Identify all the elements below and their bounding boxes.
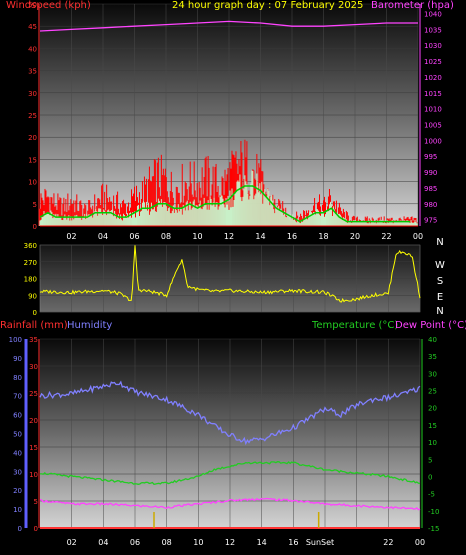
temperature-axis-title: Temperature (°C): [312, 320, 399, 331]
humidity-tick-3: 30: [13, 468, 22, 476]
temperature-tick-5: 10: [428, 439, 437, 447]
temp-x-tick-00: 00: [415, 538, 425, 547]
barometer-tick-4: 995: [424, 153, 437, 161]
barometer-tick-12: 1035: [424, 26, 442, 34]
wind-x-tick-4: 10: [192, 232, 202, 241]
temp-x-tick-sunset: SunSet: [306, 538, 334, 547]
barometer-tick-8: 1015: [424, 90, 442, 98]
direction-tick-0: 0: [33, 309, 37, 317]
temperature-tick-11: 40: [428, 336, 437, 344]
rainfall-tick-5: 25: [29, 390, 38, 398]
temperature-tick-4: 5: [428, 456, 432, 464]
direction-tick-3: 270: [24, 259, 37, 267]
humidity-tick-2: 20: [13, 487, 22, 495]
temp-x-tick-7: 16: [288, 538, 298, 547]
windspeed-tick-1: 5: [33, 201, 37, 209]
barometer-axis-title: Barometer (hpa): [371, 0, 454, 11]
wind-x-tick-3: 08: [161, 232, 171, 241]
windspeed-tick-4: 20: [28, 134, 37, 142]
compass-label-1: W: [435, 260, 445, 271]
windspeed-tick-8: 40: [28, 45, 37, 53]
dewpoint-axis-title: Dew Point (°C): [395, 320, 466, 331]
rainfall-tick-2: 10: [29, 471, 38, 479]
barometer-tick-7: 1010: [424, 106, 442, 114]
humidity-tick-7: 70: [13, 393, 22, 401]
temp-x-tick-22: 22: [383, 538, 393, 547]
temperature-tick-0: -15: [428, 525, 439, 533]
temperature-tick-7: 20: [428, 405, 437, 413]
wind-x-tick-5: 12: [224, 232, 234, 241]
direction-tick-2: 180: [24, 276, 37, 284]
temperature-tick-10: 35: [428, 353, 437, 361]
temperature-tick-1: -10: [428, 508, 439, 516]
temperature-tick-3: 0: [428, 473, 432, 481]
temperature-tick-6: 15: [428, 422, 437, 430]
windspeed-tick-0: 0: [33, 223, 37, 231]
rainfall-tick-4: 20: [29, 417, 38, 425]
barometer-tick-6: 1005: [424, 122, 442, 130]
compass-label-4: N: [436, 306, 443, 317]
windspeed-tick-5: 25: [28, 112, 37, 120]
compass-label-3: E: [437, 292, 443, 303]
wind-x-tick-11: 00: [413, 232, 423, 241]
humidity-tick-6: 60: [13, 412, 22, 420]
rainfall-axis-title: Rainfall (mm): [0, 320, 68, 331]
barometer-tick-0: 975: [424, 217, 437, 225]
temp-x-tick-5: 12: [225, 538, 235, 547]
barometer-tick-9: 1020: [424, 74, 442, 82]
windspeed-tick-2: 10: [28, 179, 37, 187]
barometer-tick-3: 990: [424, 169, 437, 177]
wind-x-tick-1: 04: [98, 232, 108, 241]
direction-tick-1: 90: [28, 292, 37, 300]
windspeed-tick-6: 30: [28, 90, 37, 98]
compass-label-0: N: [436, 237, 443, 248]
temp-x-tick-2: 06: [130, 538, 140, 547]
barometer-tick-1: 980: [424, 201, 437, 209]
graph-title: 24 hour graph day : 07 February 2025: [172, 0, 364, 11]
rainfall-tick-1: 5: [34, 498, 38, 506]
wind-x-tick-10: 22: [381, 232, 391, 241]
barometer-tick-2: 985: [424, 185, 437, 193]
humidity-tick-10: 100: [9, 336, 22, 344]
temperature-tick-8: 25: [428, 388, 437, 396]
temperature-tick-2: -5: [428, 491, 435, 499]
humidity-axis-title: Humidity: [67, 320, 113, 331]
wind-x-tick-6: 14: [255, 232, 265, 241]
humidity-tick-4: 40: [13, 449, 22, 457]
wind-x-tick-8: 18: [318, 232, 328, 241]
temperature-tick-9: 30: [428, 370, 437, 378]
windspeed-axis-title: Windspeed (kph): [6, 0, 91, 11]
windspeed-tick-3: 15: [28, 156, 37, 164]
barometer-tick-10: 1025: [424, 58, 442, 66]
temp-x-tick-0: 02: [67, 538, 77, 547]
rainfall-tick-0: 0: [34, 525, 38, 533]
barometer-tick-5: 1000: [424, 137, 442, 145]
wind-x-tick-9: 20: [350, 232, 360, 241]
humidity-tick-0: 0: [18, 525, 22, 533]
rainfall-tick-6: 30: [29, 363, 38, 371]
temp-x-tick-4: 10: [193, 538, 203, 547]
barometer-tick-11: 1030: [424, 42, 442, 50]
temp-x-tick-3: 08: [162, 538, 172, 547]
windspeed-tick-7: 35: [28, 68, 37, 76]
wind-x-tick-0: 02: [66, 232, 76, 241]
direction-tick-4: 360: [24, 242, 37, 250]
humidity-tick-9: 90: [13, 355, 22, 363]
humidity-tick-5: 50: [13, 431, 22, 439]
wind-x-tick-2: 06: [129, 232, 139, 241]
humidity-tick-8: 80: [13, 374, 22, 382]
wind-x-tick-7: 16: [287, 232, 297, 241]
rainfall-tick-7: 35: [29, 336, 38, 344]
temp-x-tick-6: 14: [257, 538, 267, 547]
temp-x-tick-1: 04: [98, 538, 108, 547]
humidity-tick-1: 10: [13, 506, 22, 514]
windspeed-tick-9: 45: [28, 23, 37, 31]
rainfall-tick-3: 15: [29, 444, 38, 452]
compass-label-2: S: [437, 276, 443, 287]
weather-graphs: 0510152025303540455097598098599099510001…: [9, 1, 445, 547]
